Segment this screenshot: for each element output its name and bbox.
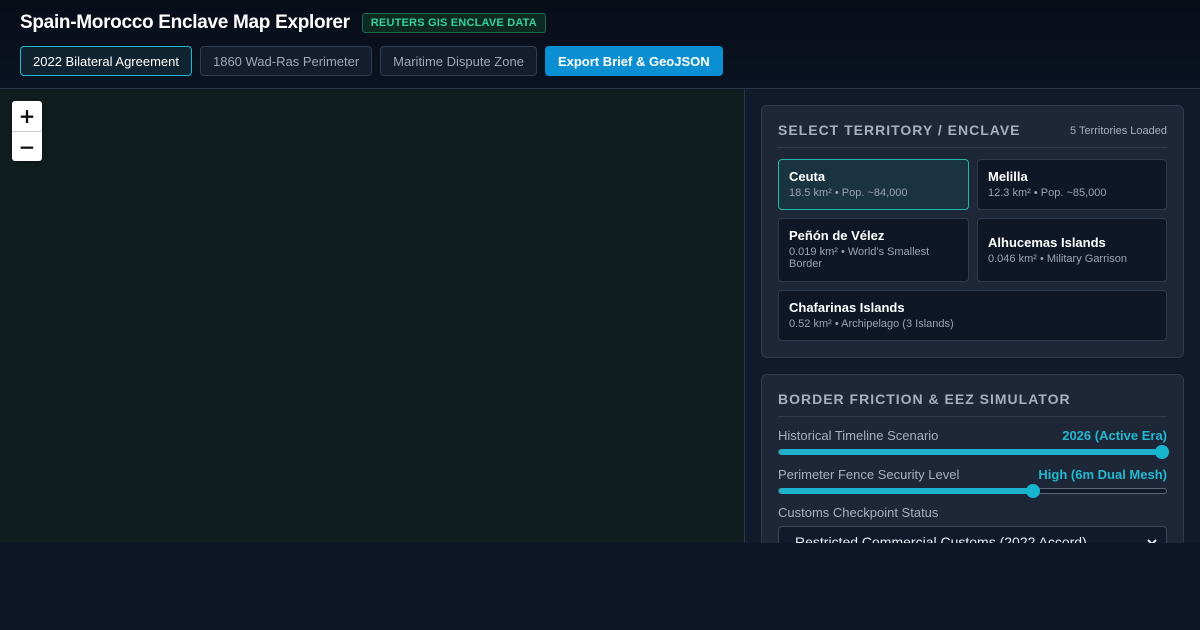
territory-tile-ceuta[interactable]: Ceuta 18.5 km² • Pop. ~84,000	[778, 159, 969, 210]
fence-security-slider[interactable]	[778, 484, 1167, 498]
fence-security-value: High (6m Dual Mesh)	[1038, 467, 1167, 482]
customs-status-select[interactable]: Restricted Commercial Customs (2022 Acco…	[778, 526, 1167, 543]
territory-tile-alhucemas[interactable]: Alhucemas Islands 0.046 km² • Military G…	[977, 218, 1167, 282]
app-root: Spain-Morocco Enclave Map Explorer REUTE…	[0, 0, 1200, 543]
export-brief-button[interactable]: Export Brief & GeoJSON	[544, 46, 723, 76]
side-panel: Select Territory / Enclave 5 Territories…	[745, 89, 1200, 543]
territory-detail: 18.5 km² • Pop. ~84,000	[789, 187, 908, 199]
customs-status-label: Customs Checkpoint Status	[778, 505, 939, 520]
bilateral-agreement-button[interactable]: 2022 Bilateral Agreement	[20, 46, 192, 76]
territory-tile-chafarinas[interactable]: Chafarinas Islands 0.52 km² • Archipelag…	[778, 290, 1167, 341]
territory-tile-melilla[interactable]: Melilla 12.3 km² • Pop. ~85,000	[977, 159, 1167, 210]
fence-slider-fill	[779, 488, 1035, 494]
territory-detail: 0.019 km² • World's Smallest Border	[789, 246, 930, 270]
simulator-card-title: Border Friction & EEZ Simulator	[778, 391, 1071, 407]
zoom-control: + −	[12, 101, 42, 161]
territory-detail: 12.3 km² • Pop. ~85,000	[988, 187, 1107, 199]
territory-card: Select Territory / Enclave 5 Territories…	[761, 105, 1184, 358]
territory-detail: 0.52 km² • Archipelago (3 Islands)	[789, 318, 954, 330]
simulator-card: Border Friction & EEZ Simulator Historic…	[761, 374, 1184, 543]
app-header: Spain-Morocco Enclave Map Explorer REUTE…	[0, 0, 1200, 89]
customs-status-value: Restricted Commercial Customs (2022 Acco…	[795, 534, 1087, 543]
timeline-value: 2026 (Active Era)	[1062, 428, 1167, 443]
app-title: Spain-Morocco Enclave Map Explorer	[20, 12, 350, 33]
territory-detail: 0.046 km² • Military Garrison	[988, 253, 1127, 265]
timeline-slider[interactable]	[778, 445, 1169, 459]
territory-card-title: Select Territory / Enclave	[778, 122, 1021, 138]
territory-name: Alhucemas Islands	[988, 235, 1106, 250]
fence-security-label: Perimeter Fence Security Level	[778, 467, 960, 482]
timeline-label: Historical Timeline Scenario	[778, 428, 939, 443]
wad-ras-perimeter-button[interactable]: 1860 Wad-Ras Perimeter	[199, 46, 373, 76]
territory-tile-penon-de-velez[interactable]: Peñón de Vélez 0.019 km² • World's Small…	[778, 218, 969, 282]
layer-toolbar: 2022 Bilateral Agreement 1860 Wad-Ras Pe…	[20, 46, 723, 76]
territory-name: Melilla	[988, 169, 1028, 184]
maritime-dispute-button[interactable]: Maritime Dispute Zone	[380, 46, 537, 76]
timeline-slider-fill	[779, 449, 1166, 455]
chevron-down-icon	[1147, 539, 1157, 543]
map-canvas[interactable]: + −	[0, 89, 745, 543]
data-source-badge: REUTERS GIS ENCLAVE DATA	[361, 13, 546, 33]
zoom-in-button[interactable]: +	[12, 101, 42, 131]
fence-slider-thumb[interactable]	[1025, 484, 1040, 498]
timeline-slider-thumb[interactable]	[1155, 445, 1169, 459]
territory-name: Chafarinas Islands	[789, 300, 905, 315]
territory-count: 5 Territories Loaded	[1069, 125, 1167, 137]
territory-name: Peñón de Vélez	[789, 228, 885, 243]
zoom-out-button[interactable]: −	[12, 131, 42, 161]
territory-name: Ceuta	[789, 169, 826, 184]
